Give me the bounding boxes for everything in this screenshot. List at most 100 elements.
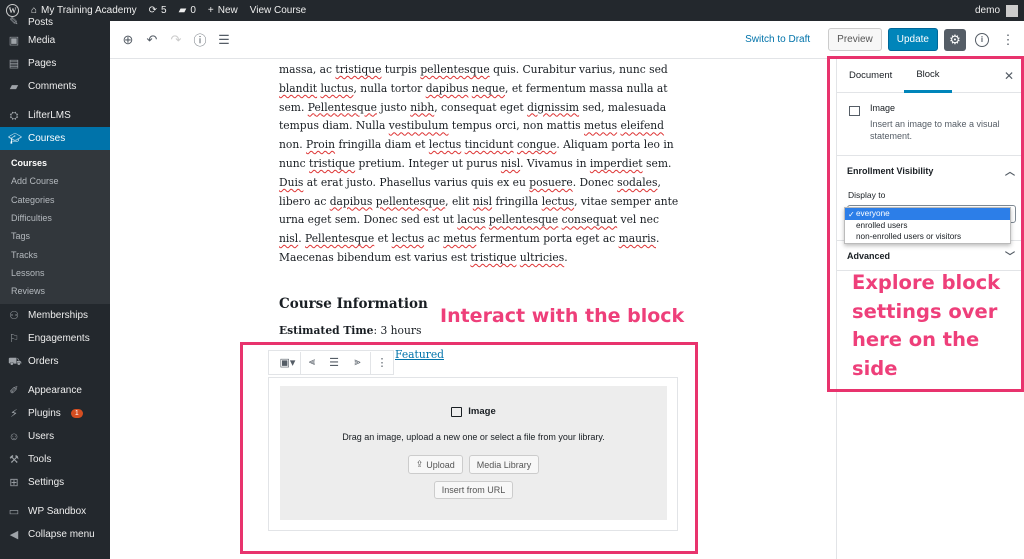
paragraph-text: fringilla [492,194,542,208]
wrench-icon: ⚒ [9,453,19,466]
sidebar-item-memberships[interactable]: ⚇ Memberships [0,304,110,327]
sidebar-item-courses[interactable]: 🎓︎ Courses [0,127,110,150]
misspelled-word: Proin [306,138,336,152]
more-options-icon[interactable]: ⋮ [998,30,1018,50]
misspelled-word: tristique [335,63,382,76]
view-course-link[interactable]: View Course [244,0,313,21]
memberships-icon: ⚇ [9,309,19,322]
collapse-menu-button[interactable]: ◀ Collapse menu [0,523,110,546]
align-center-icon[interactable]: ☰ [323,352,345,374]
brush-icon: ✐ [9,384,19,397]
sidebar-item-label: Posts [28,16,54,28]
sidebar-item-pages[interactable]: ▤ Pages [0,52,110,75]
tab-block[interactable]: Block [904,59,952,93]
misspelled-word: Pellentesque [305,232,375,246]
chevron-up-icon: ︿ [1005,167,1015,178]
more-block-options-icon[interactable]: ⋮ [371,352,393,374]
lifterlms-toggle-button[interactable]: i [972,30,992,50]
misspelled-word: dignissim [527,100,580,114]
sidebar-item-wp-sandbox[interactable]: ▭ WP Sandbox [0,500,110,523]
sidebar-item-users[interactable]: ☺ Users [0,425,110,448]
preview-button[interactable]: Preview [828,28,882,51]
submenu-tracks[interactable]: Tracks [0,245,110,263]
sidebar-item-lifterlms[interactable]: ⛭ LifterLMS [0,104,110,127]
sidebar-item-media[interactable]: ▣ Media [0,29,110,52]
misspelled-word: pellentesque [420,63,490,76]
sidebar-item-tools[interactable]: ⚒ Tools [0,448,110,471]
upload-button[interactable]: ⇪ Upload [407,455,463,474]
comments-link[interactable]: ▰ 0 [173,0,202,21]
tab-document[interactable]: Document [837,59,904,93]
undo-icon[interactable]: ↶ [142,30,162,50]
pin-icon: ✎ [9,16,19,28]
sidebar-item-label: Collapse menu [28,529,95,541]
course-information-heading[interactable]: Course Information [279,296,428,312]
option-label: enrolled users [856,220,908,230]
updates-link[interactable]: ⟳ 5 [143,0,173,21]
insert-from-url-button[interactable]: Insert from URL [433,481,514,499]
align-right-icon[interactable]: ⫸ [345,351,371,374]
plugin-icon: ⚡︎ [10,407,18,420]
paragraph-block[interactable]: massa, ac tristique turpis pellentesque … [279,61,679,268]
image-placeholder-title: Image [280,406,667,417]
paragraph-text: ac [424,232,444,246]
estimated-time-line[interactable]: Estimated Time: 3 hours [279,324,421,337]
sidebar-item-orders[interactable]: ⛟ Orders [0,350,110,373]
paragraph-text: turpis [381,63,421,76]
submenu-reviews[interactable]: Reviews [0,282,110,300]
submenu-lessons[interactable]: Lessons [0,264,110,282]
switch-to-draft-button[interactable]: Switch to Draft [745,34,810,45]
sidebar-item-appearance[interactable]: ✐ Appearance [0,379,110,402]
submenu-courses[interactable]: Courses [0,154,110,172]
option-non-enrolled[interactable]: non-enrolled users or visitors [845,231,1010,243]
settings-gear-button[interactable]: ⚙ [944,28,966,51]
updates-icon: ⟳ [148,5,158,16]
add-block-icon[interactable]: ⊕ [118,30,138,50]
change-block-type-button[interactable]: ▣▾ [275,351,301,374]
sidebar-item-posts[interactable]: ✎ Posts [0,15,110,29]
sidebar-item-label: Users [28,431,55,443]
image-icon [849,106,860,116]
sidebar-item-label: Tools [28,454,52,466]
info-icon[interactable]: ⓘ [190,30,210,50]
close-icon[interactable]: ✕ [1004,69,1014,83]
image-placeholder[interactable]: Image Drag an image, upload a new one or… [280,386,667,520]
submenu-difficulties[interactable]: Difficulties [0,209,110,227]
engagements-icon: ⚐ [9,332,19,345]
block-card-title: Image [870,103,896,113]
user-menu[interactable]: demo [975,4,1024,17]
sidebar-item-label: Media [28,35,56,46]
lifterlms-icon: ⛭ [9,109,19,122]
enrollment-visibility-toggle[interactable]: Enrollment Visibility ︿ [837,155,1024,185]
paragraph-text: justo [376,100,411,114]
option-label: everyone [856,209,890,219]
submenu-tags[interactable]: Tags [0,227,110,245]
sidebar-item-plugins[interactable]: ⚡︎ Plugins 1 [0,402,110,425]
redo-icon[interactable]: ↷ [166,30,186,50]
sidebar-item-settings[interactable]: ⊞ Settings [0,471,110,494]
submenu-add-course[interactable]: Add Course [0,172,110,190]
cart-icon: ⛟ [8,355,22,368]
option-everyone[interactable]: ✓ everyone [845,208,1010,220]
image-block[interactable]: Image Drag an image, upload a new one or… [268,377,678,531]
sidebar-item-comments[interactable]: ▰ Comments [0,75,110,98]
misspelled-word: posuere [529,175,573,189]
block-card: Image Insert an image to make a visual s… [849,103,1019,142]
pages-icon: ▤ [8,57,20,70]
align-left-icon[interactable]: ⫷ [301,352,323,374]
media-icon: ▣ [8,34,20,47]
comments-count: 0 [190,5,196,16]
graduation-cap-icon: 🎓︎ [8,132,22,145]
users-icon: ☺ [8,430,20,443]
submenu-categories[interactable]: Categories [0,191,110,209]
sidebar-item-label: LifterLMS [28,110,71,121]
advanced-toggle[interactable]: Advanced ﹀ [837,240,1024,270]
editor-content: massa, ac tristique turpis pellentesque … [110,59,836,559]
annotation-explore: Explore block settings over here on the … [852,271,1001,380]
outline-icon[interactable]: ☰ [214,30,234,50]
new-content-link[interactable]: + New [202,0,244,21]
media-library-button[interactable]: Media Library [468,455,540,474]
update-button[interactable]: Update [887,28,938,51]
option-enrolled-users[interactable]: enrolled users [845,220,1010,232]
sidebar-item-engagements[interactable]: ⚐ Engagements [0,327,110,350]
